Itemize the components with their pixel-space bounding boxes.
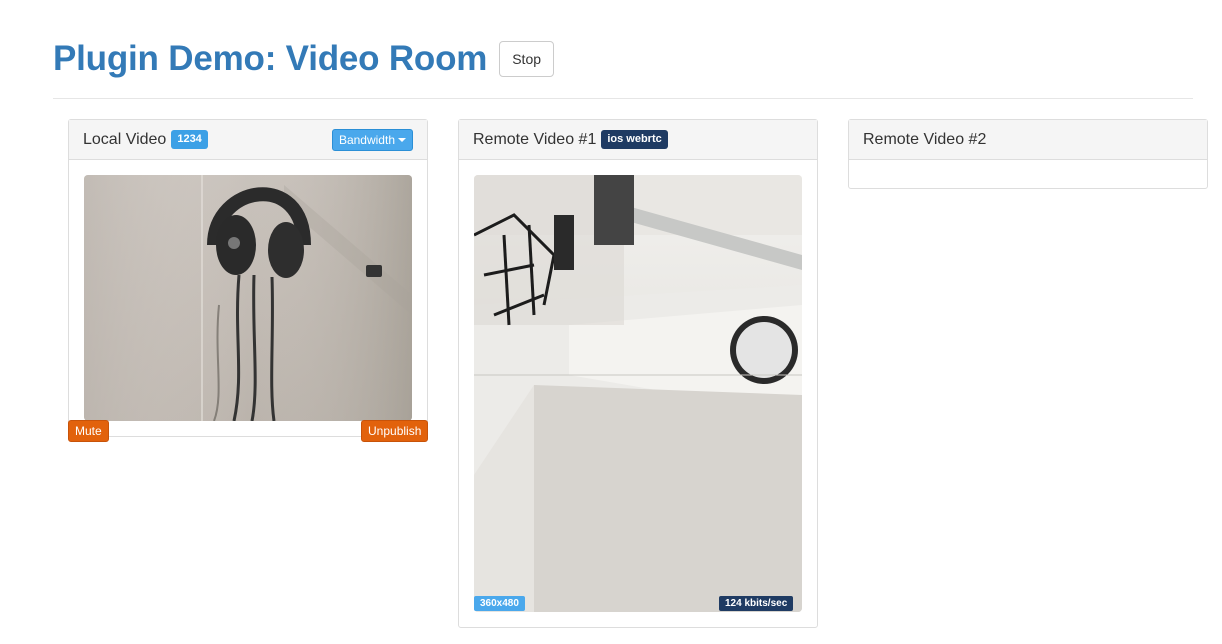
page-title: Plugin Demo: Video Room [53, 39, 488, 78]
remote-video-2-panel: Remote Video #2 [848, 119, 1208, 189]
mute-button[interactable]: Mute [68, 420, 109, 442]
resolution-badge: 360x480 [474, 596, 525, 611]
page-header: Plugin Demo: Video Room Stop [53, 34, 555, 84]
local-video-image [84, 175, 412, 421]
local-video-heading: Local Video 1234 Bandwidth [69, 120, 427, 160]
local-video-panel: Local Video 1234 Bandwidth [68, 119, 428, 437]
stop-button[interactable]: Stop [499, 41, 555, 77]
local-video-title: Local Video [83, 130, 167, 148]
remote-video-1-name-badge: ios webrtc [601, 130, 668, 149]
local-id-badge: 1234 [171, 130, 208, 149]
remote-video-1-heading: Remote Video #1 ios webrtc [459, 120, 817, 160]
header-divider [53, 98, 1193, 99]
remote-video-1-title: Remote Video #1 [473, 130, 597, 148]
local-video[interactable] [84, 175, 412, 421]
remote-video-2-heading: Remote Video #2 [849, 120, 1207, 160]
caret-down-icon [398, 138, 406, 142]
bitrate-badge: 124 kbits/sec [719, 596, 794, 611]
remote-video-1-panel: Remote Video #1 ios webrtc [458, 119, 818, 628]
bandwidth-label: Bandwidth [338, 133, 395, 147]
unpublish-button[interactable]: Unpublish [361, 420, 429, 442]
remote-video-1-image [474, 175, 802, 612]
bandwidth-dropdown-button[interactable]: Bandwidth [331, 129, 413, 151]
remote-video-2-title: Remote Video #2 [863, 130, 987, 148]
remote-video-1[interactable] [474, 175, 802, 612]
